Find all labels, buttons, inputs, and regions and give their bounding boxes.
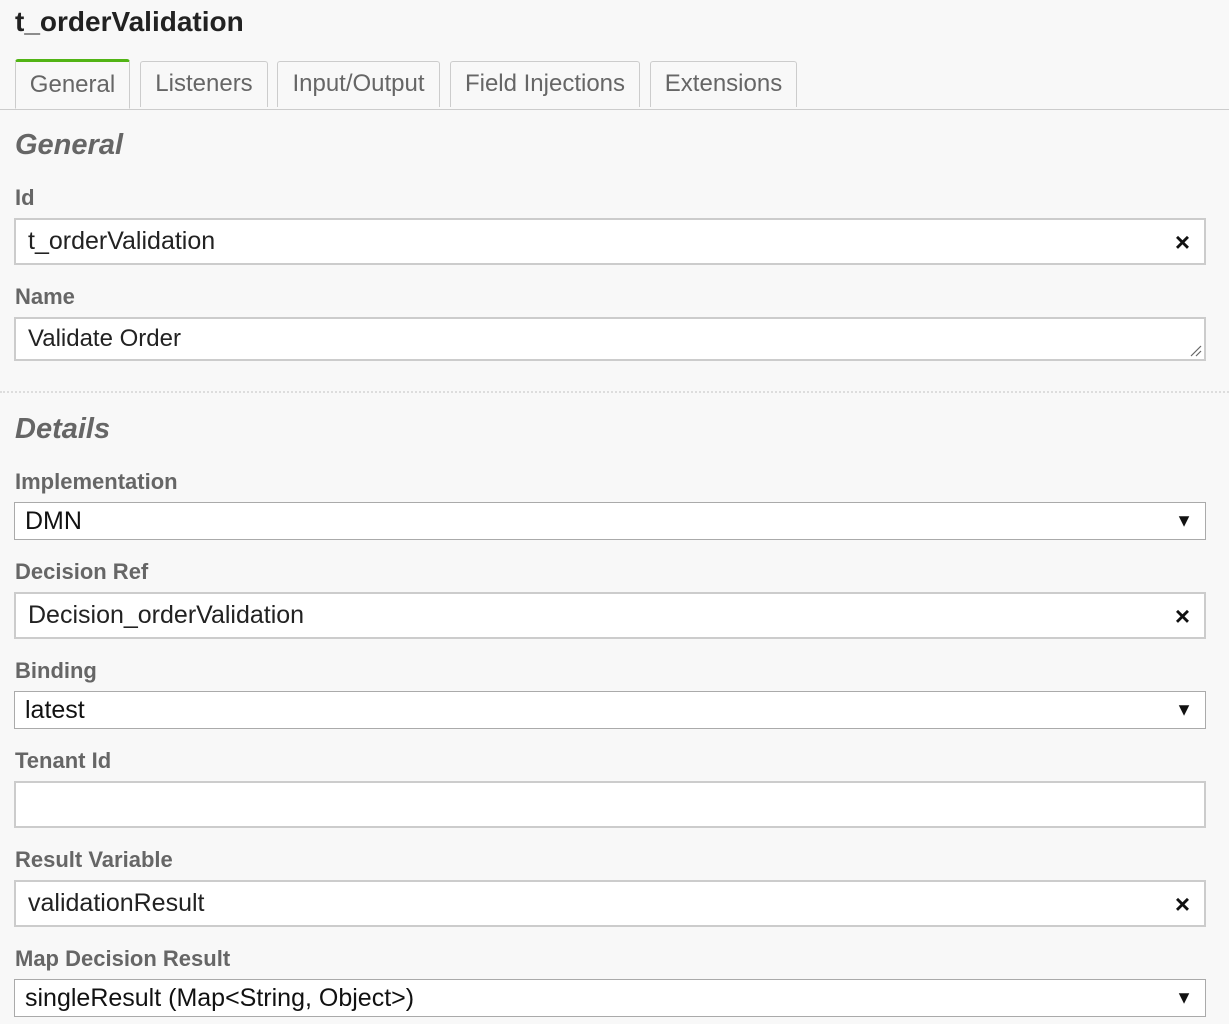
general-group-heading: General — [15, 129, 123, 161]
tab-general[interactable]: General — [15, 59, 130, 109]
tenant-id-input[interactable] — [14, 781, 1206, 828]
id-value: t_orderValidation — [28, 227, 216, 255]
decision-ref-label: Decision Ref — [15, 559, 149, 584]
result-variable-input[interactable]: validationResult × — [14, 880, 1206, 927]
binding-value: latest — [25, 695, 85, 724]
map-decision-result-value: singleResult (Map<String, Object>) — [25, 983, 415, 1012]
implementation-label: Implementation — [15, 469, 178, 494]
implementation-select[interactable]: DMN ▼ — [14, 502, 1206, 540]
decision-ref-clear-icon[interactable]: × — [1175, 603, 1190, 629]
properties-panel: t_orderValidation General Listeners Inpu… — [0, 0, 1229, 1024]
tab-bar: General Listeners Input/Output Field Inj… — [0, 59, 1229, 110]
result-variable-value: validationResult — [28, 889, 205, 917]
group-separator — [0, 391, 1229, 393]
result-variable-clear-icon[interactable]: × — [1175, 891, 1190, 917]
id-label: Id — [15, 185, 35, 210]
map-decision-result-label: Map Decision Result — [15, 946, 231, 971]
binding-label: Binding — [15, 658, 97, 683]
name-value: Validate Order — [28, 325, 181, 352]
binding-select[interactable]: latest ▼ — [14, 691, 1206, 729]
tab-input-output[interactable]: Input/Output — [277, 61, 440, 107]
tab-listeners[interactable]: Listeners — [140, 61, 268, 107]
chevron-down-icon: ▼ — [1175, 510, 1193, 531]
name-textarea[interactable]: Validate Order — [14, 317, 1206, 361]
map-decision-result-select[interactable]: singleResult (Map<String, Object>) ▼ — [14, 979, 1206, 1017]
result-variable-label: Result Variable — [15, 847, 173, 872]
decision-ref-input[interactable]: Decision_orderValidation × — [14, 592, 1206, 639]
resize-grip-icon[interactable] — [1188, 343, 1202, 357]
name-label: Name — [15, 284, 75, 309]
id-clear-icon[interactable]: × — [1175, 229, 1190, 255]
decision-ref-value: Decision_orderValidation — [28, 601, 305, 629]
tab-extensions[interactable]: Extensions — [650, 61, 797, 107]
id-input[interactable]: t_orderValidation × — [14, 218, 1206, 265]
panel-title: t_orderValidation — [15, 6, 244, 37]
chevron-down-icon: ▼ — [1175, 699, 1193, 720]
tab-field-injections[interactable]: Field Injections — [450, 61, 640, 107]
tenant-id-label: Tenant Id — [15, 748, 112, 773]
implementation-value: DMN — [25, 506, 82, 535]
chevron-down-icon: ▼ — [1175, 987, 1193, 1008]
details-group-heading: Details — [15, 413, 111, 445]
